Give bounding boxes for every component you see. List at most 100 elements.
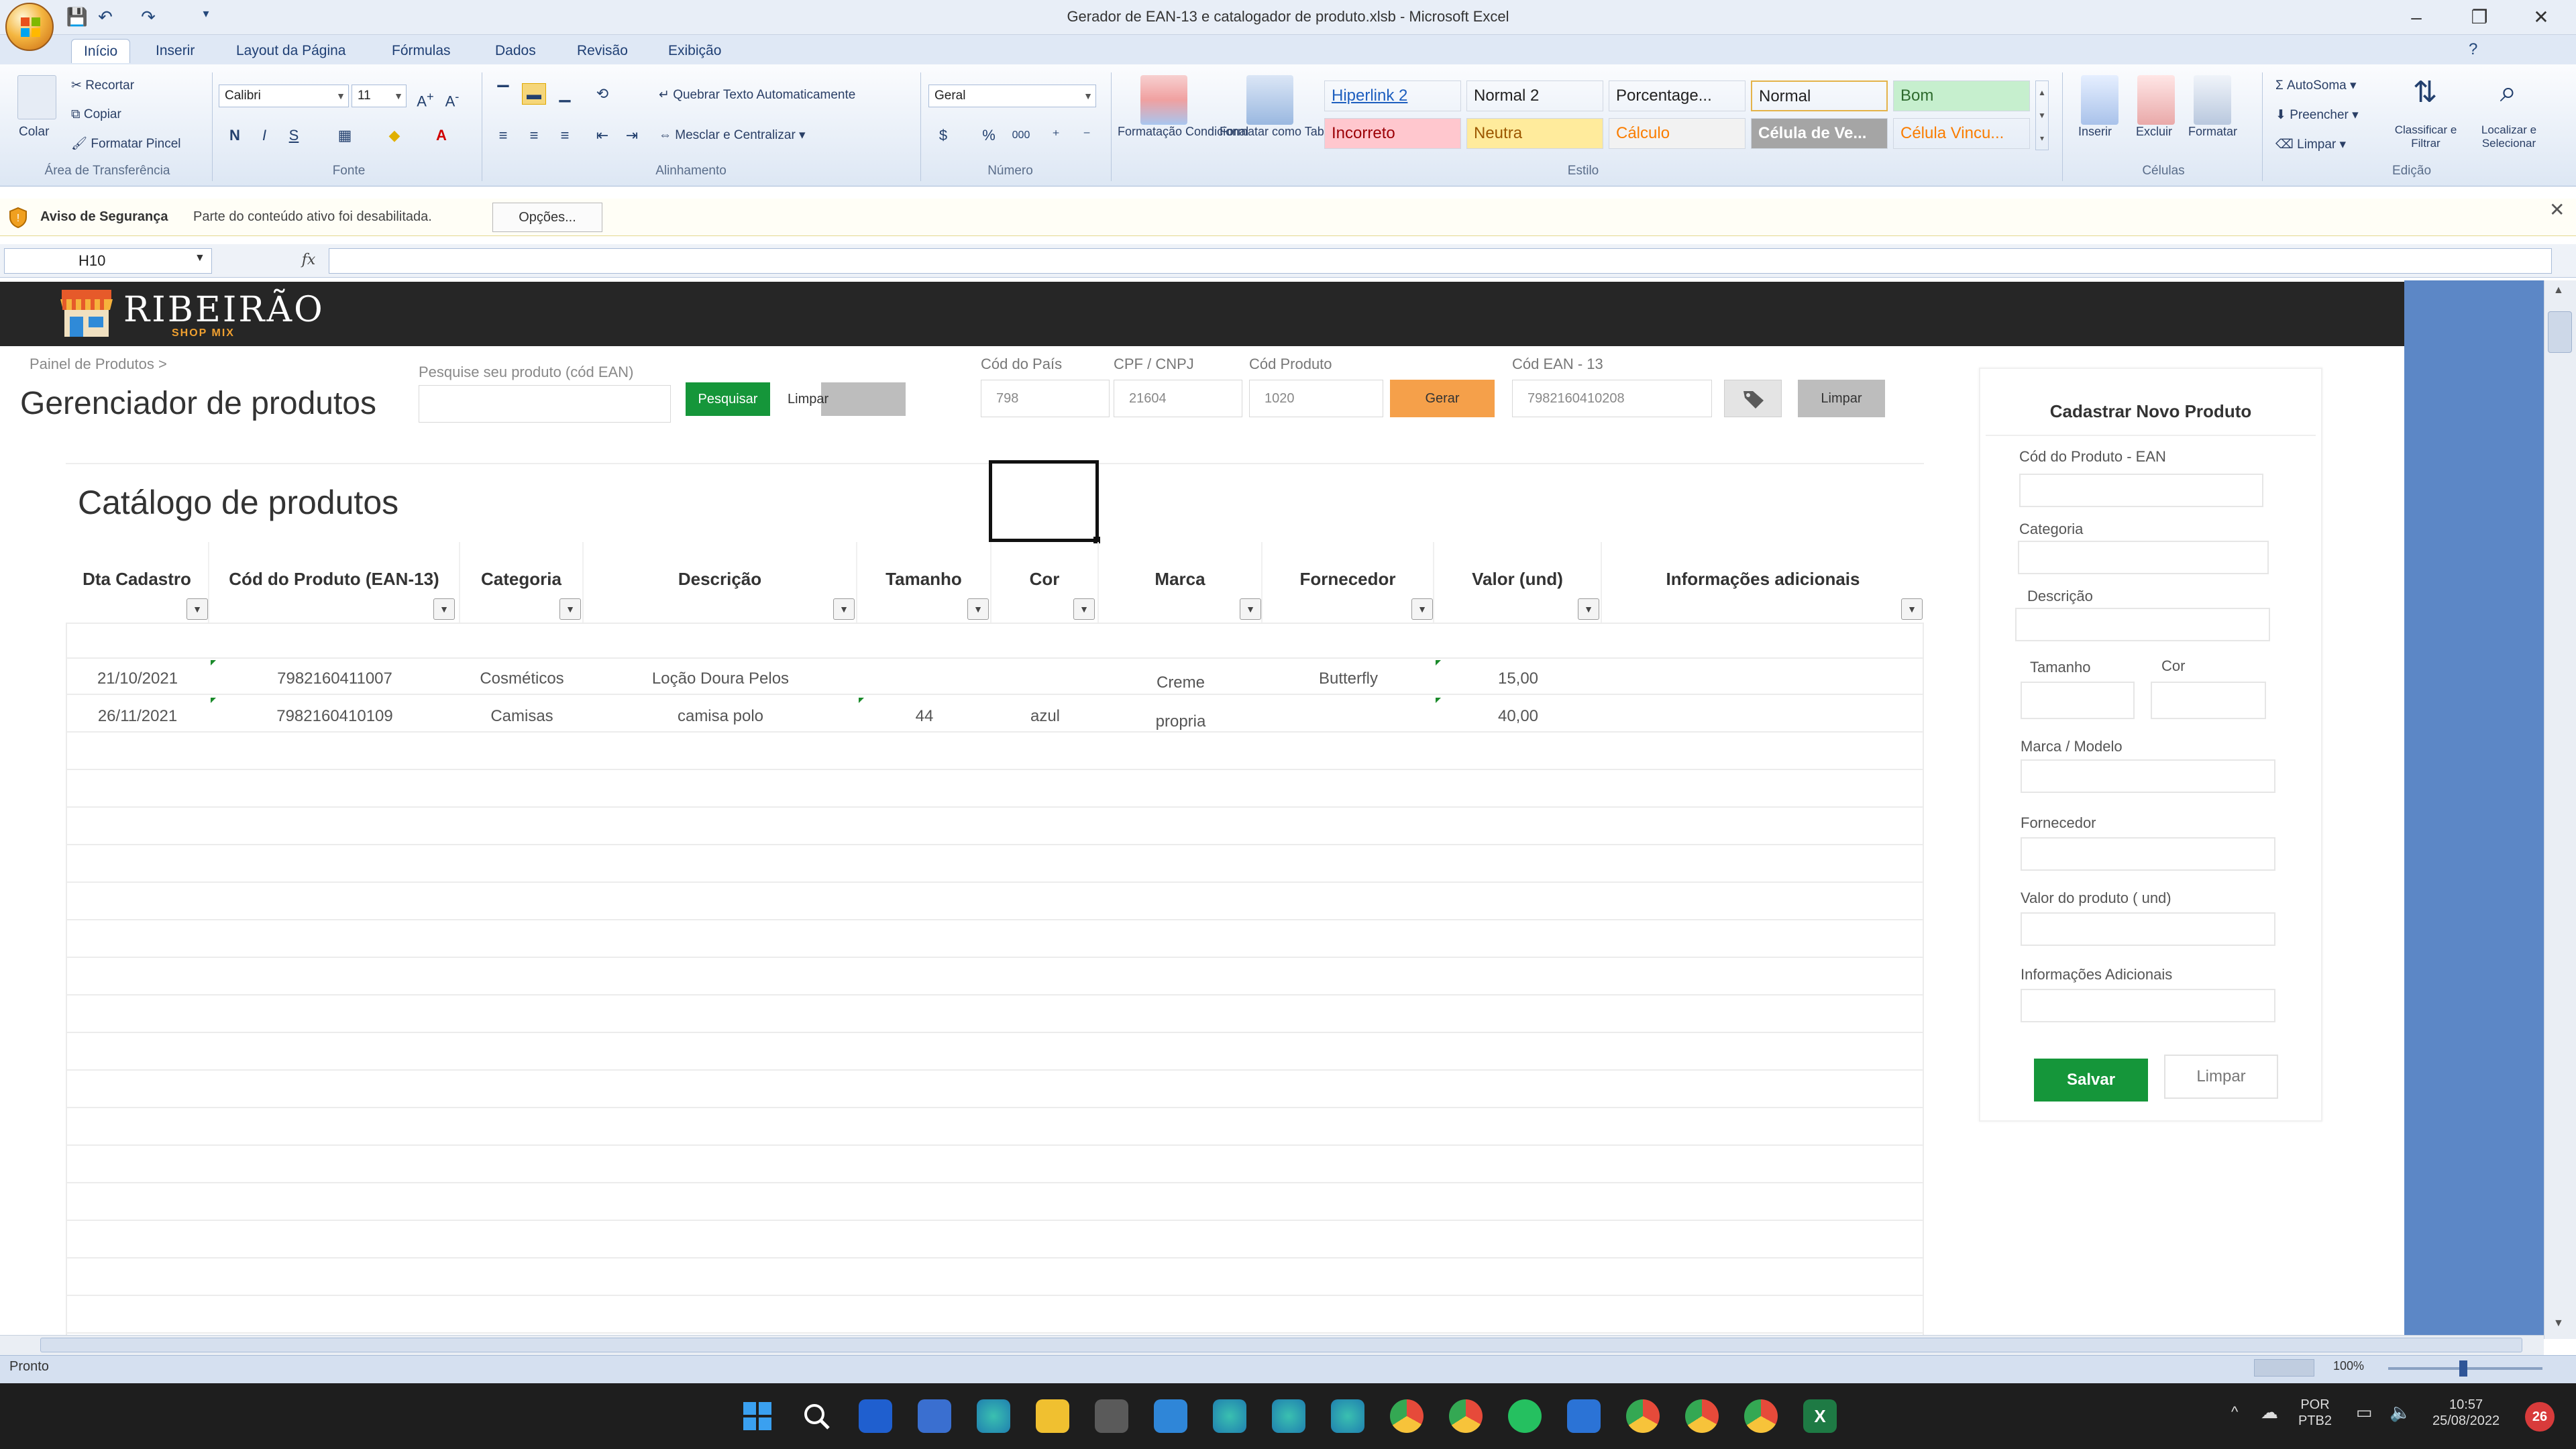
ean-input[interactable]: 7982160410208 (1512, 380, 1712, 417)
help-icon[interactable]: ? (2469, 40, 2477, 59)
conditional-format-button[interactable]: Formatação Condicional (1118, 125, 1248, 139)
product-code-input[interactable]: 1020 (1249, 380, 1383, 417)
chrome-icon[interactable] (1449, 1399, 1483, 1433)
thousands-button[interactable]: 000 (1009, 125, 1033, 146)
chrome-icon[interactable] (1626, 1399, 1660, 1433)
align-left-icon[interactable]: ≡ (491, 125, 515, 146)
style-item[interactable]: Bom (1893, 80, 2030, 111)
filter-dropdown-icon[interactable]: ▼ (967, 598, 989, 620)
style-item[interactable]: Incorreto (1324, 118, 1461, 149)
clear-button[interactable]: ⌫ Limpar ▾ (2275, 137, 2346, 152)
italic-button[interactable]: I (252, 125, 276, 146)
table-cell[interactable]: Butterfly (1263, 669, 1434, 688)
filter-dropdown-icon[interactable]: ▼ (1578, 598, 1599, 620)
horizontal-scroll-thumb[interactable] (40, 1338, 2522, 1352)
unit-price-field[interactable] (2021, 912, 2275, 946)
office-button[interactable] (5, 3, 54, 51)
format-table-button[interactable]: Formatar como Tabela (1220, 125, 1340, 139)
font-name-combo[interactable]: Calibri ▼ (219, 85, 349, 107)
save-button[interactable]: Salvar (2034, 1059, 2148, 1102)
clock[interactable]: 10:57 25/08/2022 (2432, 1397, 2500, 1429)
undo-icon[interactable]: ↶ (94, 7, 117, 27)
minimize-button[interactable]: – (2390, 4, 2443, 31)
search-icon[interactable] (800, 1399, 833, 1433)
close-icon[interactable]: ✕ (2549, 199, 2565, 221)
table-cell[interactable]: 15,00 (1434, 669, 1602, 688)
table-cell[interactable]: 44 (857, 707, 991, 726)
insert-cells-button[interactable]: Inserir (2078, 125, 2112, 139)
whatsapp-icon[interactable] (1508, 1399, 1542, 1433)
color-field[interactable] (2151, 682, 2266, 719)
formula-input[interactable] (329, 248, 2552, 274)
align-bottom-icon[interactable]: ▁ (553, 83, 577, 105)
brand-model-field[interactable] (2021, 759, 2275, 793)
delete-cells-button[interactable]: Excluir (2136, 125, 2172, 139)
save-icon[interactable]: 💾 (66, 7, 89, 27)
table-cell[interactable]: Camisas (460, 707, 584, 726)
style-item[interactable]: Normal 2 (1466, 80, 1603, 111)
cut-button[interactable]: ✂ Recortar (71, 78, 134, 93)
chrome-icon[interactable] (1744, 1399, 1778, 1433)
format-cells-icon[interactable] (2194, 75, 2231, 125)
cpf-input[interactable]: 21604 (1114, 380, 1242, 417)
style-item[interactable]: Porcentage... (1609, 80, 1746, 111)
notification-badge[interactable]: 26 (2525, 1402, 2555, 1432)
conditional-format-icon[interactable] (1140, 75, 1187, 125)
shrink-font-icon[interactable]: A- (440, 86, 464, 109)
country-input[interactable]: 798 (981, 380, 1110, 417)
selected-cell[interactable] (989, 460, 1099, 542)
decrease-indent-icon[interactable]: ⇤ (590, 125, 614, 146)
autosum-button[interactable]: Σ AutoSoma ▾ (2275, 78, 2357, 93)
ean-code-field[interactable] (2019, 474, 2263, 507)
volume-icon[interactable]: 🔈 (2390, 1402, 2411, 1423)
network-icon[interactable]: ▭ (2356, 1402, 2373, 1423)
tab-revisao[interactable]: Revisão (565, 39, 640, 63)
chevron-down-icon[interactable]: ▼ (195, 252, 205, 264)
description-field[interactable] (2015, 608, 2270, 641)
close-button[interactable]: ✕ (2514, 4, 2568, 31)
orientation-icon[interactable]: ⟲ (590, 83, 614, 105)
filter-dropdown-icon[interactable]: ▼ (833, 598, 855, 620)
tab-layout[interactable]: Layout da Página (224, 39, 358, 63)
vertical-scrollbar[interactable] (2544, 280, 2576, 1339)
decrease-decimal-icon[interactable]: ⁻ (1075, 125, 1099, 146)
font-size-combo[interactable]: 11 ▼ (352, 85, 407, 107)
merge-center-button[interactable]: ⇔ Mesclar e Centralizar ▾ (659, 127, 806, 143)
scroll-up-icon[interactable]: ▲ (2553, 284, 2564, 297)
tray-chevron-up-icon[interactable]: ^ (2231, 1403, 2238, 1421)
filter-dropdown-icon[interactable]: ▼ (1240, 598, 1261, 620)
category-field[interactable] (2018, 541, 2269, 574)
size-field[interactable] (2021, 682, 2135, 719)
search-input[interactable] (419, 385, 671, 423)
insert-cells-icon[interactable] (2081, 75, 2118, 125)
align-right-icon[interactable]: ≡ (553, 125, 577, 146)
font-color-icon[interactable]: A (429, 125, 453, 146)
table-cell[interactable]: Creme (1099, 674, 1263, 692)
clear-ean-button[interactable]: Limpar (1798, 380, 1885, 417)
edge-icon[interactable] (977, 1399, 1010, 1433)
delete-cells-icon[interactable] (2137, 75, 2175, 125)
align-center-icon[interactable]: ≡ (522, 125, 546, 146)
sort-filter-button[interactable]: Classificar e Filtrar (2391, 123, 2461, 150)
edge-icon[interactable] (1213, 1399, 1246, 1433)
format-cells-button[interactable]: Formatar (2188, 125, 2237, 139)
table-cell[interactable]: 7982160410109 (209, 707, 460, 726)
find-select-button[interactable]: Localizar e Selecionar (2470, 123, 2548, 150)
fill-color-icon[interactable]: ◆ (382, 125, 407, 146)
percent-button[interactable]: % (977, 125, 1001, 146)
name-box[interactable]: H10 (4, 248, 212, 274)
folder-icon[interactable] (1036, 1399, 1069, 1433)
redo-icon[interactable]: ↷ (137, 7, 160, 27)
fill-button[interactable]: ⬇ Preencher ▾ (2275, 107, 2359, 123)
table-cell[interactable]: 7982160411007 (209, 669, 460, 688)
calculator-icon[interactable] (1095, 1399, 1128, 1433)
tab-formulas[interactable]: Fórmulas (380, 39, 463, 63)
table-cell[interactable]: azul (991, 707, 1099, 726)
tab-inicio[interactable]: Início (71, 39, 131, 63)
table-cell[interactable]: 40,00 (1434, 707, 1602, 726)
store-icon[interactable] (1154, 1399, 1187, 1433)
supplier-field[interactable] (2021, 837, 2275, 871)
insert-function-button[interactable]: fx (288, 248, 329, 274)
language-indicator[interactable]: POR PTB2 (2298, 1397, 2332, 1429)
increase-decimal-icon[interactable]: ⁺ (1044, 125, 1068, 146)
